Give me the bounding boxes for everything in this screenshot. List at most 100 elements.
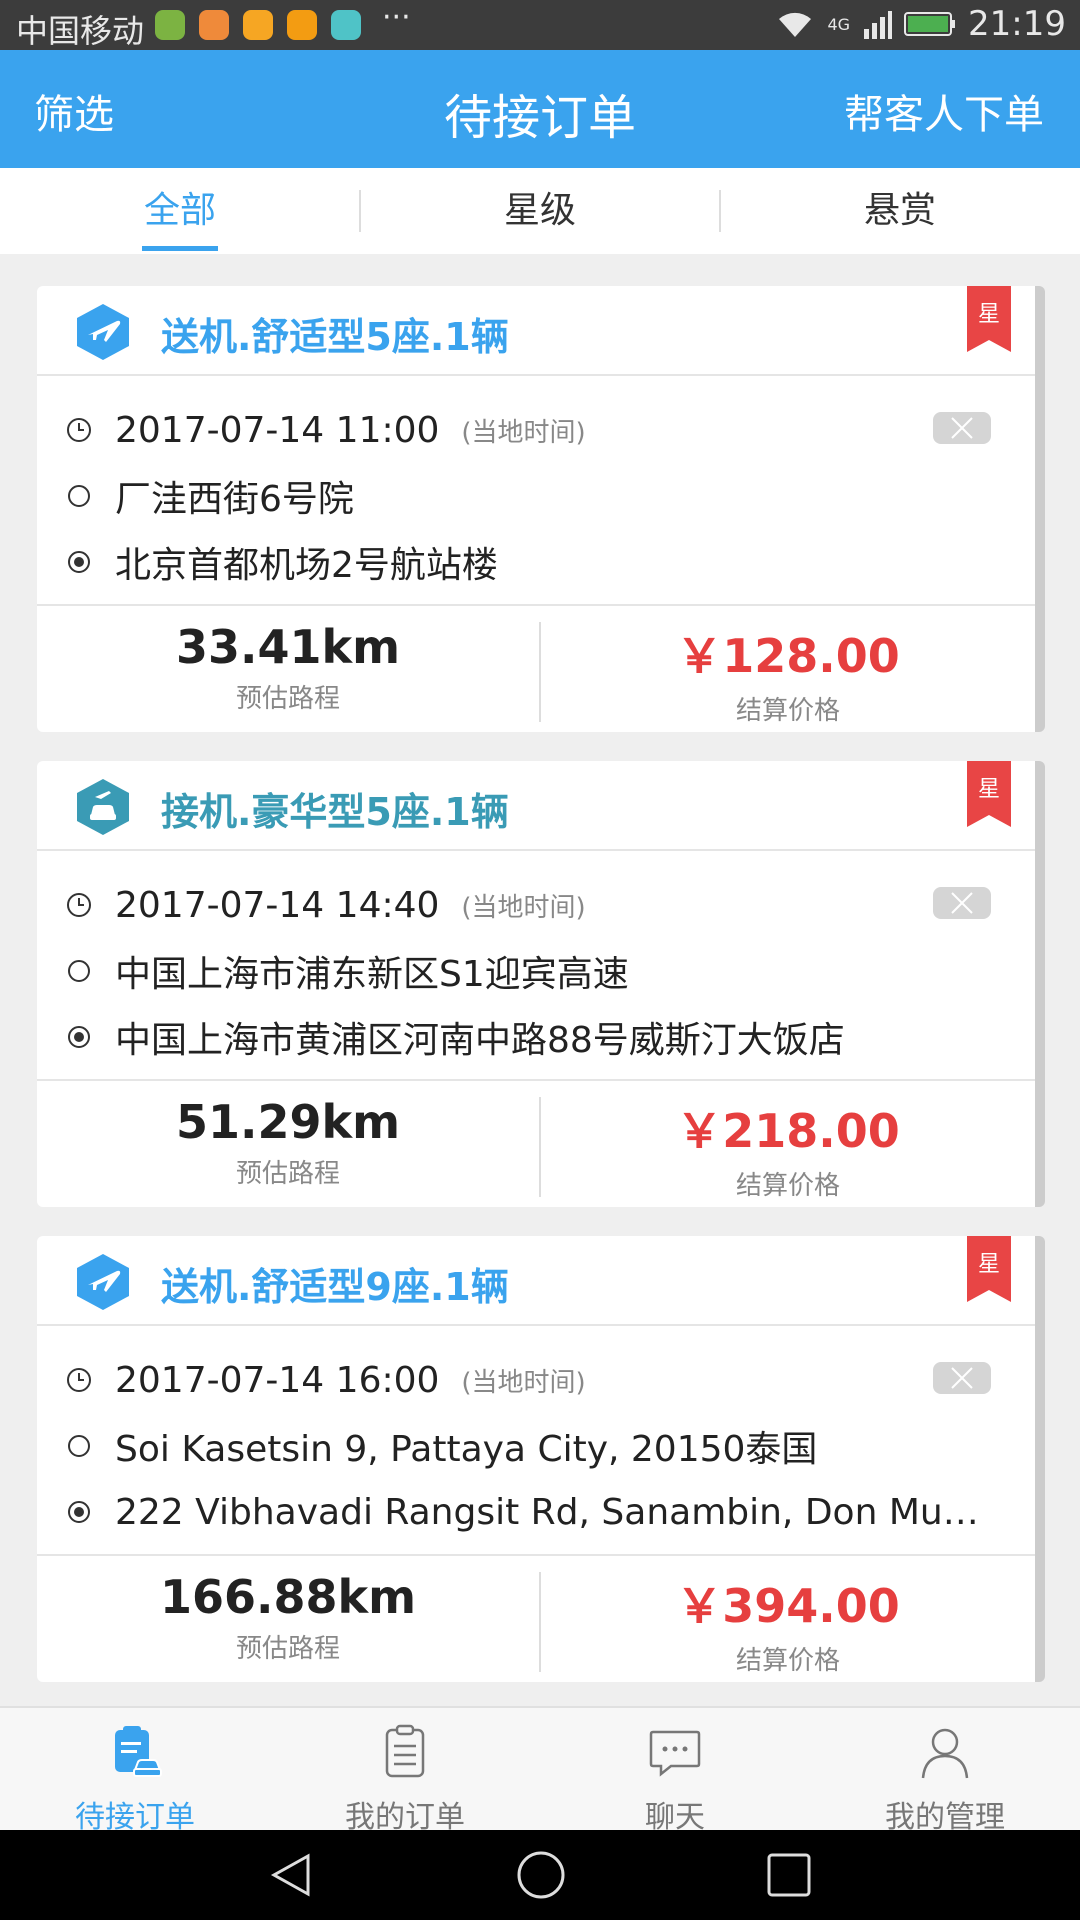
- local-time-note: (当地时间): [461, 1367, 586, 1398]
- bottom-navigation: 待接订单 我的订单 聊天 我的管理: [0, 1706, 1080, 1835]
- nav-my-orders[interactable]: 我的订单: [270, 1724, 540, 1836]
- pickup-address: 厂洼西街6号院: [115, 479, 354, 520]
- clock-icon: [65, 416, 93, 444]
- tab-all[interactable]: 全部: [0, 168, 360, 254]
- star-badge: 星: [967, 761, 1011, 827]
- list-icon: [385, 1724, 425, 1778]
- order-for-guest-button[interactable]: 帮客人下单: [844, 82, 1044, 140]
- carrier-name: 中国移动: [16, 12, 145, 50]
- tab-label: 全部: [143, 190, 216, 231]
- app-notification-icon: [199, 10, 229, 40]
- system-navigation-bar: [0, 1830, 1080, 1920]
- order-datetime: 2017-07-14 16:00: [115, 1359, 440, 1401]
- distance-label: 预估路程: [235, 684, 340, 714]
- price-label: 结算价格: [735, 1646, 840, 1676]
- close-icon: [951, 417, 973, 439]
- star-badge: 星: [967, 286, 1011, 352]
- estimated-distance: 33.41km: [175, 620, 401, 674]
- pickup-address: 中国上海市浦东新区S1迎宾高速: [115, 954, 629, 995]
- active-tab-indicator: [142, 246, 218, 251]
- local-time-note: (当地时间): [461, 892, 586, 923]
- star-badge: 星: [967, 1236, 1011, 1302]
- signal-icon: [864, 11, 893, 39]
- destination-dot-icon: [65, 1023, 93, 1051]
- user-icon: [921, 1728, 969, 1779]
- price-block: ￥218.00 结算价格: [541, 1095, 1035, 1202]
- tab-reward[interactable]: 悬赏: [720, 168, 1080, 254]
- order-datetime: 2017-07-14 14:40: [115, 884, 440, 926]
- close-icon: [951, 892, 973, 914]
- status-bar: 中国移动 ··· 4G 21:19: [0, 0, 1080, 50]
- recent-apps-icon[interactable]: [766, 1852, 812, 1898]
- tab-label: 星级: [503, 190, 576, 231]
- notification-icons: [155, 10, 361, 40]
- order-type-title: 送机.舒适型9座.1辆: [161, 1265, 509, 1309]
- order-card[interactable]: 送机.舒适型5座.1辆 星 2017-07-14 11:00 (当地时间) 厂洼…: [37, 286, 1045, 732]
- local-time-note: (当地时间): [461, 417, 586, 448]
- origin-dot-icon: [65, 957, 93, 985]
- pickup-location-row: 厂洼西街6号院: [65, 468, 354, 524]
- nav-chat[interactable]: 聊天: [540, 1724, 810, 1836]
- settlement-price: ￥394.00: [676, 1579, 900, 1633]
- estimated-distance: 51.29km: [175, 1095, 401, 1149]
- destination-dot-icon: [65, 1498, 93, 1526]
- car-icon: [77, 779, 129, 835]
- star-badge-label: 星: [977, 777, 1000, 802]
- price-block: ￥128.00 结算价格: [541, 620, 1035, 727]
- pickup-location-row: 中国上海市浦东新区S1迎宾高速: [65, 943, 629, 999]
- order-summary: 33.41km 预估路程 ￥128.00 结算价格: [37, 604, 1035, 734]
- chat-icon: [649, 1730, 701, 1777]
- filter-tabs: 全部 星级 悬赏: [0, 168, 1080, 254]
- wifi-icon: [779, 12, 812, 37]
- nav-my-management[interactable]: 我的管理: [810, 1724, 1080, 1836]
- tab-label: 悬赏: [863, 190, 936, 231]
- distance-label: 预估路程: [235, 1634, 340, 1664]
- order-card[interactable]: 接机.豪华型5座.1辆 星 2017-07-14 14:40 (当地时间) 中国…: [37, 761, 1045, 1207]
- dropoff-location-row: 北京首都机场2号航站楼: [65, 534, 498, 590]
- airplane-icon: [77, 1254, 129, 1310]
- home-icon[interactable]: [516, 1850, 566, 1900]
- dropoff-address: 222 Vibhavadi Rangsit Rd, Sanambin, Don …: [115, 1491, 995, 1533]
- clock-icon: [65, 891, 93, 919]
- order-summary: 51.29km 预估路程 ￥218.00 结算价格: [37, 1079, 1035, 1209]
- star-badge-label: 星: [977, 1252, 1000, 1277]
- price-label: 结算价格: [735, 696, 840, 726]
- price-block: ￥394.00 结算价格: [541, 1570, 1035, 1677]
- distance-block: 33.41km 预估路程: [37, 620, 539, 715]
- order-summary: 166.88km 预估路程 ￥394.00 结算价格: [37, 1554, 1035, 1684]
- order-time-row: 2017-07-14 14:40 (当地时间): [65, 877, 586, 933]
- tab-star-level[interactable]: 星级: [360, 168, 720, 254]
- pickup-location-row: Soi Kasetsin 9, Pattaya City, 20150泰国: [65, 1418, 817, 1474]
- settlement-price: ￥218.00: [676, 1104, 900, 1158]
- back-icon[interactable]: [268, 1852, 314, 1898]
- dropoff-address: 中国上海市黄浦区河南中路88号威斯汀大饭店: [115, 1020, 845, 1061]
- price-label: 结算价格: [735, 1171, 840, 1201]
- battery-icon: [904, 12, 956, 36]
- order-card[interactable]: 送机.舒适型9座.1辆 星 2017-07-14 16:00 (当地时间) So…: [37, 1236, 1045, 1682]
- dropoff-address: 北京首都机场2号航站楼: [115, 545, 498, 586]
- distance-block: 51.29km 预估路程: [37, 1095, 539, 1190]
- dismiss-order-button[interactable]: [933, 887, 991, 919]
- order-type-title: 接机.豪华型5座.1辆: [161, 790, 509, 834]
- app-notification-icon: [155, 10, 185, 40]
- dismiss-order-button[interactable]: [933, 412, 991, 444]
- dismiss-order-button[interactable]: [933, 1362, 991, 1394]
- app-header: 筛选 待接订单 帮客人下单: [0, 50, 1080, 168]
- order-datetime: 2017-07-14 11:00: [115, 409, 440, 451]
- clock-icon: [65, 1366, 93, 1394]
- origin-dot-icon: [65, 482, 93, 510]
- network-type: 4G: [827, 14, 851, 34]
- origin-dot-icon: [65, 1432, 93, 1460]
- dropoff-location-row: 中国上海市黄浦区河南中路88号威斯汀大饭店: [65, 1009, 845, 1065]
- more-notifications-icon: ···: [382, 0, 411, 35]
- nav-pending-orders[interactable]: 待接订单: [0, 1724, 270, 1836]
- app-notification-icon: [243, 10, 273, 40]
- app-notification-icon: [287, 10, 317, 40]
- clipboard-car-icon: [115, 1726, 162, 1777]
- estimated-distance: 166.88km: [159, 1570, 417, 1624]
- destination-dot-icon: [65, 548, 93, 576]
- order-card-header: 送机.舒适型5座.1辆: [37, 286, 1035, 376]
- dropoff-location-row: 222 Vibhavadi Rangsit Rd, Sanambin, Don …: [65, 1484, 995, 1540]
- close-icon: [951, 1367, 973, 1389]
- order-card-header: 接机.豪华型5座.1辆: [37, 761, 1035, 851]
